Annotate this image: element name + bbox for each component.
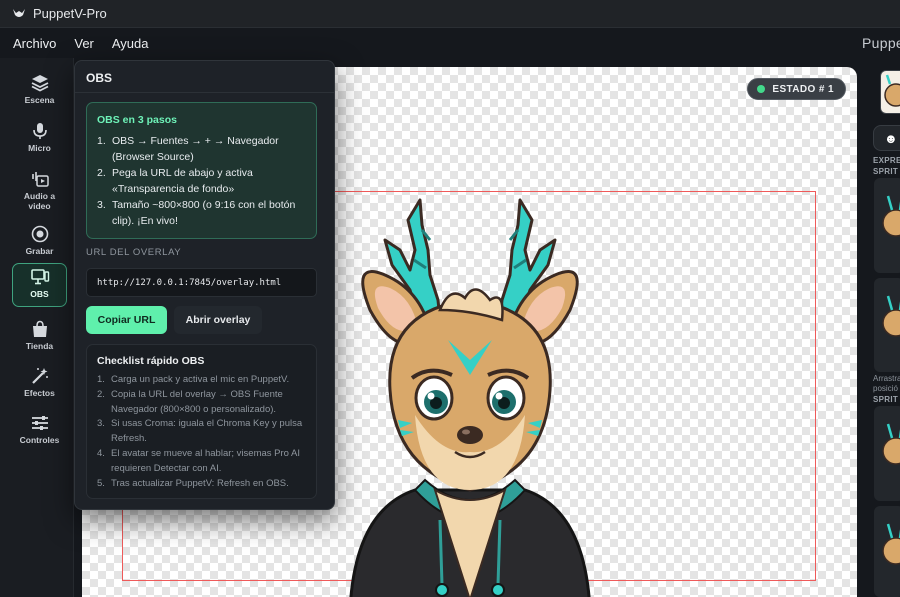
menu-bar: Archivo Ver Ayuda Puppe xyxy=(0,28,900,58)
avatar-thumbnail[interactable] xyxy=(880,70,900,114)
nav-label: Micro xyxy=(28,143,51,153)
nav-item-audio-video[interactable]: Audio a video xyxy=(12,166,67,216)
drag-hint-line-2: posició xyxy=(873,384,898,393)
checklist-title: Checklist rápido OBS xyxy=(97,355,205,367)
sliders-icon xyxy=(31,416,48,430)
microphone-icon xyxy=(32,123,47,139)
copy-url-button[interactable]: Copiar URL xyxy=(86,306,167,334)
nav-item-controles[interactable]: Controles xyxy=(12,410,67,454)
puppet-logo-icon xyxy=(13,8,25,17)
menu-archivo[interactable]: Archivo xyxy=(13,36,56,51)
nav-label: Grabar xyxy=(25,246,54,256)
state-label: ESTADO # 1 xyxy=(772,83,834,95)
shopping-bag-icon xyxy=(32,320,47,337)
checklist-item: 2. Copia la URL del overlay → OBS Fuente … xyxy=(97,388,283,415)
obs-checklist-box: Checklist rápido OBS 1. Carga un pack y a… xyxy=(86,344,317,499)
section-label-expressions: EXPRE xyxy=(873,156,900,165)
checklist-list: 1. Carga un pack y activa el mic en Puppe… xyxy=(97,373,312,491)
audio-video-icon xyxy=(31,172,49,187)
status-dot xyxy=(757,85,766,93)
section-label-sprites: SPRIT xyxy=(873,167,899,176)
obs-panel-title: OBS xyxy=(86,71,113,85)
divider xyxy=(75,92,334,93)
overlay-url-label: URL DEL OVERLAY xyxy=(86,247,182,258)
window-title: PuppetV-Pro xyxy=(33,6,107,21)
deer-avatar-image[interactable] xyxy=(330,190,610,597)
nav-label: Tienda xyxy=(25,341,54,351)
steps-list: 1. OBS → Fuentes → + → Navegador (Browser… xyxy=(97,133,312,229)
smiley-icon: ☻ xyxy=(884,131,898,146)
sprite-thumb[interactable] xyxy=(874,178,900,273)
step-item: 2. Pega la URL de abajo y activa «Transpa… xyxy=(97,167,253,195)
sprite-preview-icon xyxy=(882,295,900,337)
obs-panel: OBS OBS en 3 pasos 1. OBS → Fuentes → + →… xyxy=(74,60,335,510)
section-label-sprites: SPRIT xyxy=(873,395,899,404)
monitor-icon xyxy=(30,269,49,285)
nav-item-tienda[interactable]: Tienda xyxy=(12,316,67,360)
menu-ver[interactable]: Ver xyxy=(74,36,94,51)
sprite-thumb[interactable] xyxy=(874,406,900,501)
deer-thumbnail-icon xyxy=(884,74,900,107)
sprite-thumb[interactable] xyxy=(874,278,900,372)
magic-wand-icon xyxy=(31,368,48,384)
sprite-preview-icon xyxy=(882,523,900,565)
nav-item-obs[interactable]: OBS xyxy=(12,263,67,307)
left-nav: Escena Micro Audio a video Grabar OBS Ti… xyxy=(0,58,74,597)
nav-item-micro[interactable]: Micro xyxy=(12,118,67,162)
obs-steps-box: OBS en 3 pasos 1. OBS → Fuentes → + → Nav… xyxy=(86,102,317,239)
right-panel: ☻ EXPRE SPRIT Arrastra posició SPRIT xyxy=(865,58,900,597)
overlay-url-field[interactable]: http://127.0.0.1:7845/overlay.html xyxy=(86,268,317,297)
nav-item-escena[interactable]: Escena xyxy=(12,70,67,114)
sprite-thumb[interactable] xyxy=(874,506,900,597)
sprite-preview-icon xyxy=(882,423,900,465)
overlay-url-value: http://127.0.0.1:7845/overlay.html xyxy=(97,278,282,288)
checklist-item: 4. El avatar se mueve al hablar; visemas … xyxy=(97,447,301,474)
nav-label: Escena xyxy=(24,95,55,105)
record-icon xyxy=(31,225,48,243)
checklist-item: 1. Carga un pack y activa el mic en Puppe… xyxy=(97,374,290,385)
nav-label: Audio a video xyxy=(23,191,56,211)
nav-label: OBS xyxy=(30,289,49,299)
brand-label: Puppe xyxy=(862,35,900,51)
expression-chip[interactable]: ☻ xyxy=(873,125,900,151)
step-item: 3. Tamaño ~800×800 (o 9:16 con el botón c… xyxy=(97,199,296,227)
nav-label: Controles xyxy=(19,435,60,445)
open-overlay-button[interactable]: Abrir overlay xyxy=(174,306,262,334)
title-bar: PuppetV-Pro xyxy=(0,0,900,28)
drag-hint-line-1: Arrastra xyxy=(873,374,900,383)
nav-item-grabar[interactable]: Grabar xyxy=(12,221,67,265)
checklist-item: 3. Si usas Croma: iguala el Chroma Key y … xyxy=(97,418,303,445)
step-item: 1. OBS → Fuentes → + → Navegador (Browser… xyxy=(97,135,279,163)
sprite-preview-icon xyxy=(882,195,900,237)
state-badge[interactable]: ESTADO # 1 xyxy=(747,78,846,100)
nav-label: Efectos xyxy=(24,388,55,398)
layers-icon xyxy=(31,75,48,92)
steps-title: OBS en 3 pasos xyxy=(97,114,177,126)
menu-ayuda[interactable]: Ayuda xyxy=(112,36,149,51)
nav-item-efectos[interactable]: Efectos xyxy=(12,363,67,407)
checklist-item: 5. Tras actualizar PuppetV: Refresh en OB… xyxy=(97,477,289,489)
